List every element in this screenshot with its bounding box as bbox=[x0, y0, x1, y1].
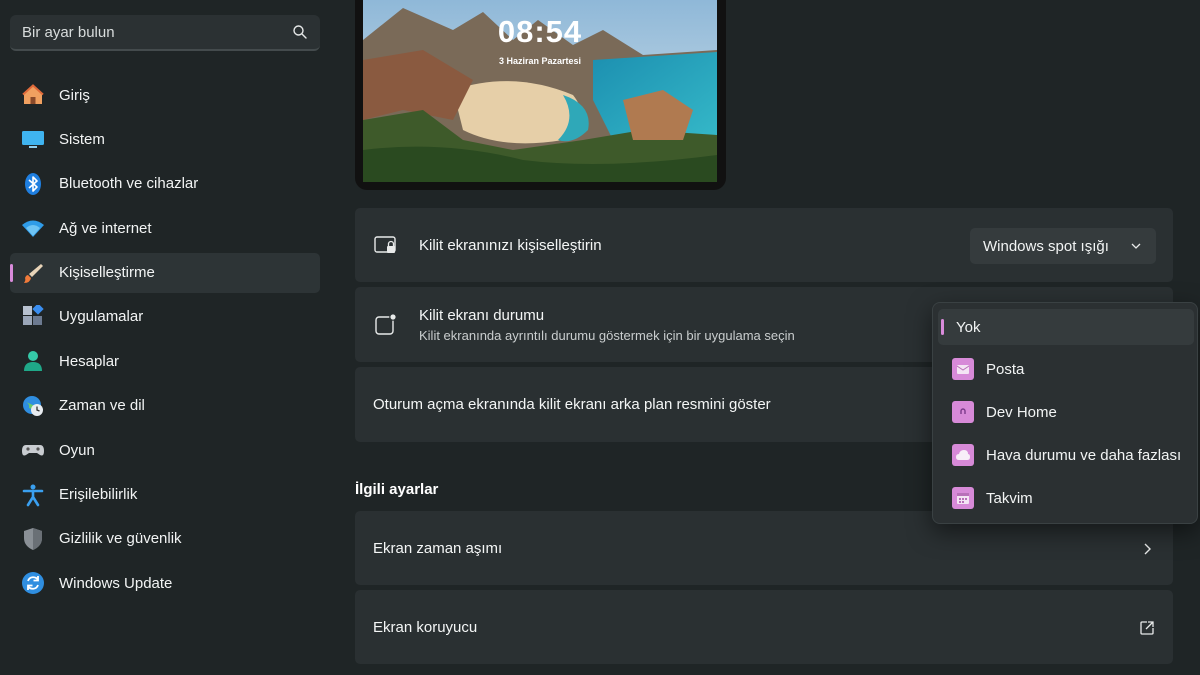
monitor-icon bbox=[21, 127, 45, 151]
mail-app-icon bbox=[952, 358, 974, 380]
sidebar-item-privacy[interactable]: Gizlilik ve güvenlik bbox=[10, 519, 320, 559]
weather-app-icon bbox=[952, 444, 974, 466]
menu-option-mail[interactable]: Posta bbox=[938, 351, 1194, 387]
lock-screen-status-subtitle: Kilit ekranında ayrıntılı durumu gösterm… bbox=[419, 327, 795, 343]
menu-option-none[interactable]: Yok bbox=[938, 309, 1194, 345]
lock-screen-clock: 08:54 bbox=[497, 14, 583, 49]
menu-option-label: Takvim bbox=[986, 489, 1033, 507]
related-settings-heading: İlgili ayarlar bbox=[355, 481, 439, 498]
sidebar-item-windows-update[interactable]: Windows Update bbox=[10, 563, 320, 603]
globe-clock-icon bbox=[21, 394, 45, 418]
sidebar-item-home[interactable]: Giriş bbox=[10, 75, 320, 115]
accessibility-icon bbox=[21, 483, 45, 507]
wifi-icon bbox=[21, 216, 45, 240]
sidebar-item-label: Oyun bbox=[59, 441, 95, 459]
calendar-app-icon bbox=[952, 487, 974, 509]
lock-screen-preview: 08:54 3 Haziran Pazartesi bbox=[355, 0, 726, 190]
lock-screen-icon bbox=[374, 236, 396, 253]
external-link-icon bbox=[1140, 621, 1154, 635]
lock-screen-status-menu: Yok Posta Dev Home Hava durumu ve daha f… bbox=[932, 302, 1198, 524]
sidebar-item-label: Erişilebilirlik bbox=[59, 486, 138, 504]
sidebar-item-label: Uygulamalar bbox=[59, 308, 144, 326]
menu-option-label: Yok bbox=[956, 318, 981, 336]
menu-option-label: Hava durumu ve daha fazlası bbox=[986, 446, 1182, 464]
chevron-down-icon bbox=[1131, 243, 1141, 249]
sidebar: Bir ayar bulun Giriş Sistem Bluetooth ve… bbox=[0, 0, 340, 675]
sidebar-item-label: Kişiselleştirme bbox=[59, 264, 155, 282]
status-notification-icon bbox=[375, 312, 397, 335]
sidebar-item-gaming[interactable]: Oyun bbox=[10, 430, 320, 470]
lock-screen-background-dropdown[interactable]: Windows spot ışığı bbox=[970, 228, 1156, 264]
sidebar-item-apps[interactable]: Uygulamalar bbox=[10, 297, 320, 337]
lock-screen-date: 3 Haziran Pazartesi bbox=[498, 56, 582, 66]
update-icon bbox=[21, 571, 45, 595]
sidebar-item-bluetooth[interactable]: Bluetooth ve cihazlar bbox=[10, 164, 320, 204]
show-background-signin-title: Oturum açma ekranında kilit ekranı arka … bbox=[373, 396, 771, 413]
shield-icon bbox=[21, 527, 45, 551]
menu-option-label: Dev Home bbox=[986, 403, 1057, 421]
sidebar-item-time-language[interactable]: Zaman ve dil bbox=[10, 386, 320, 426]
dropdown-value: Windows spot ışığı bbox=[983, 237, 1109, 255]
menu-option-label: Posta bbox=[986, 360, 1025, 378]
screensaver-label: Ekran koruyucu bbox=[373, 618, 478, 636]
person-icon bbox=[21, 349, 45, 373]
search-input[interactable]: Bir ayar bulun bbox=[22, 24, 292, 41]
sidebar-item-label: Hesaplar bbox=[59, 352, 120, 370]
sidebar-item-label: Zaman ve dil bbox=[59, 397, 145, 415]
chevron-right-icon bbox=[1144, 543, 1151, 555]
paintbrush-icon bbox=[21, 261, 45, 285]
sidebar-item-label: Sistem bbox=[59, 130, 105, 148]
sidebar-item-label: Windows Update bbox=[59, 574, 173, 592]
screensaver-row[interactable]: Ekran koruyucu bbox=[355, 590, 1173, 664]
screen-timeout-label: Ekran zaman aşımı bbox=[373, 539, 503, 557]
lock-screen-status-text: Kilit ekranı durumu Kilit ekranında ayrı… bbox=[419, 307, 795, 343]
lock-screen-background-image: 08:54 3 Haziran Pazartesi bbox=[363, 0, 717, 182]
search-box[interactable]: Bir ayar bulun bbox=[10, 15, 320, 51]
sidebar-item-system[interactable]: Sistem bbox=[10, 119, 320, 159]
menu-option-calendar[interactable]: Takvim bbox=[938, 480, 1194, 516]
apps-icon bbox=[21, 304, 45, 329]
sidebar-item-personalization[interactable]: Kişiselleştirme bbox=[10, 252, 320, 293]
sidebar-item-label: Giriş bbox=[59, 86, 90, 104]
sidebar-item-label: Ağ ve internet bbox=[59, 219, 152, 237]
sidebar-item-accounts[interactable]: Hesaplar bbox=[10, 341, 320, 381]
sidebar-item-label: Bluetooth ve cihazlar bbox=[59, 175, 199, 193]
lock-screen-status-title: Kilit ekranı durumu bbox=[419, 306, 545, 324]
menu-option-weather[interactable]: Hava durumu ve daha fazlası bbox=[938, 437, 1194, 473]
gamepad-icon bbox=[21, 438, 45, 462]
sidebar-item-accessibility[interactable]: Erişilebilirlik bbox=[10, 475, 320, 515]
home-icon bbox=[21, 83, 45, 107]
bluetooth-icon bbox=[21, 172, 45, 196]
menu-option-dev-home[interactable]: Dev Home bbox=[938, 394, 1194, 430]
personalize-lock-screen-card: Kilit ekranınızı kişiselleştirin Windows… bbox=[355, 208, 1173, 282]
sidebar-item-label: Gizlilik ve güvenlik bbox=[59, 530, 182, 548]
search-icon[interactable] bbox=[292, 24, 308, 40]
devhome-app-icon bbox=[952, 401, 974, 423]
sidebar-nav: Giriş Sistem Bluetooth ve cihazlar Ağ ve… bbox=[10, 75, 320, 608]
personalize-lock-screen-title: Kilit ekranınızı kişiselleştirin bbox=[419, 236, 602, 254]
sidebar-item-network[interactable]: Ağ ve internet bbox=[10, 208, 320, 248]
